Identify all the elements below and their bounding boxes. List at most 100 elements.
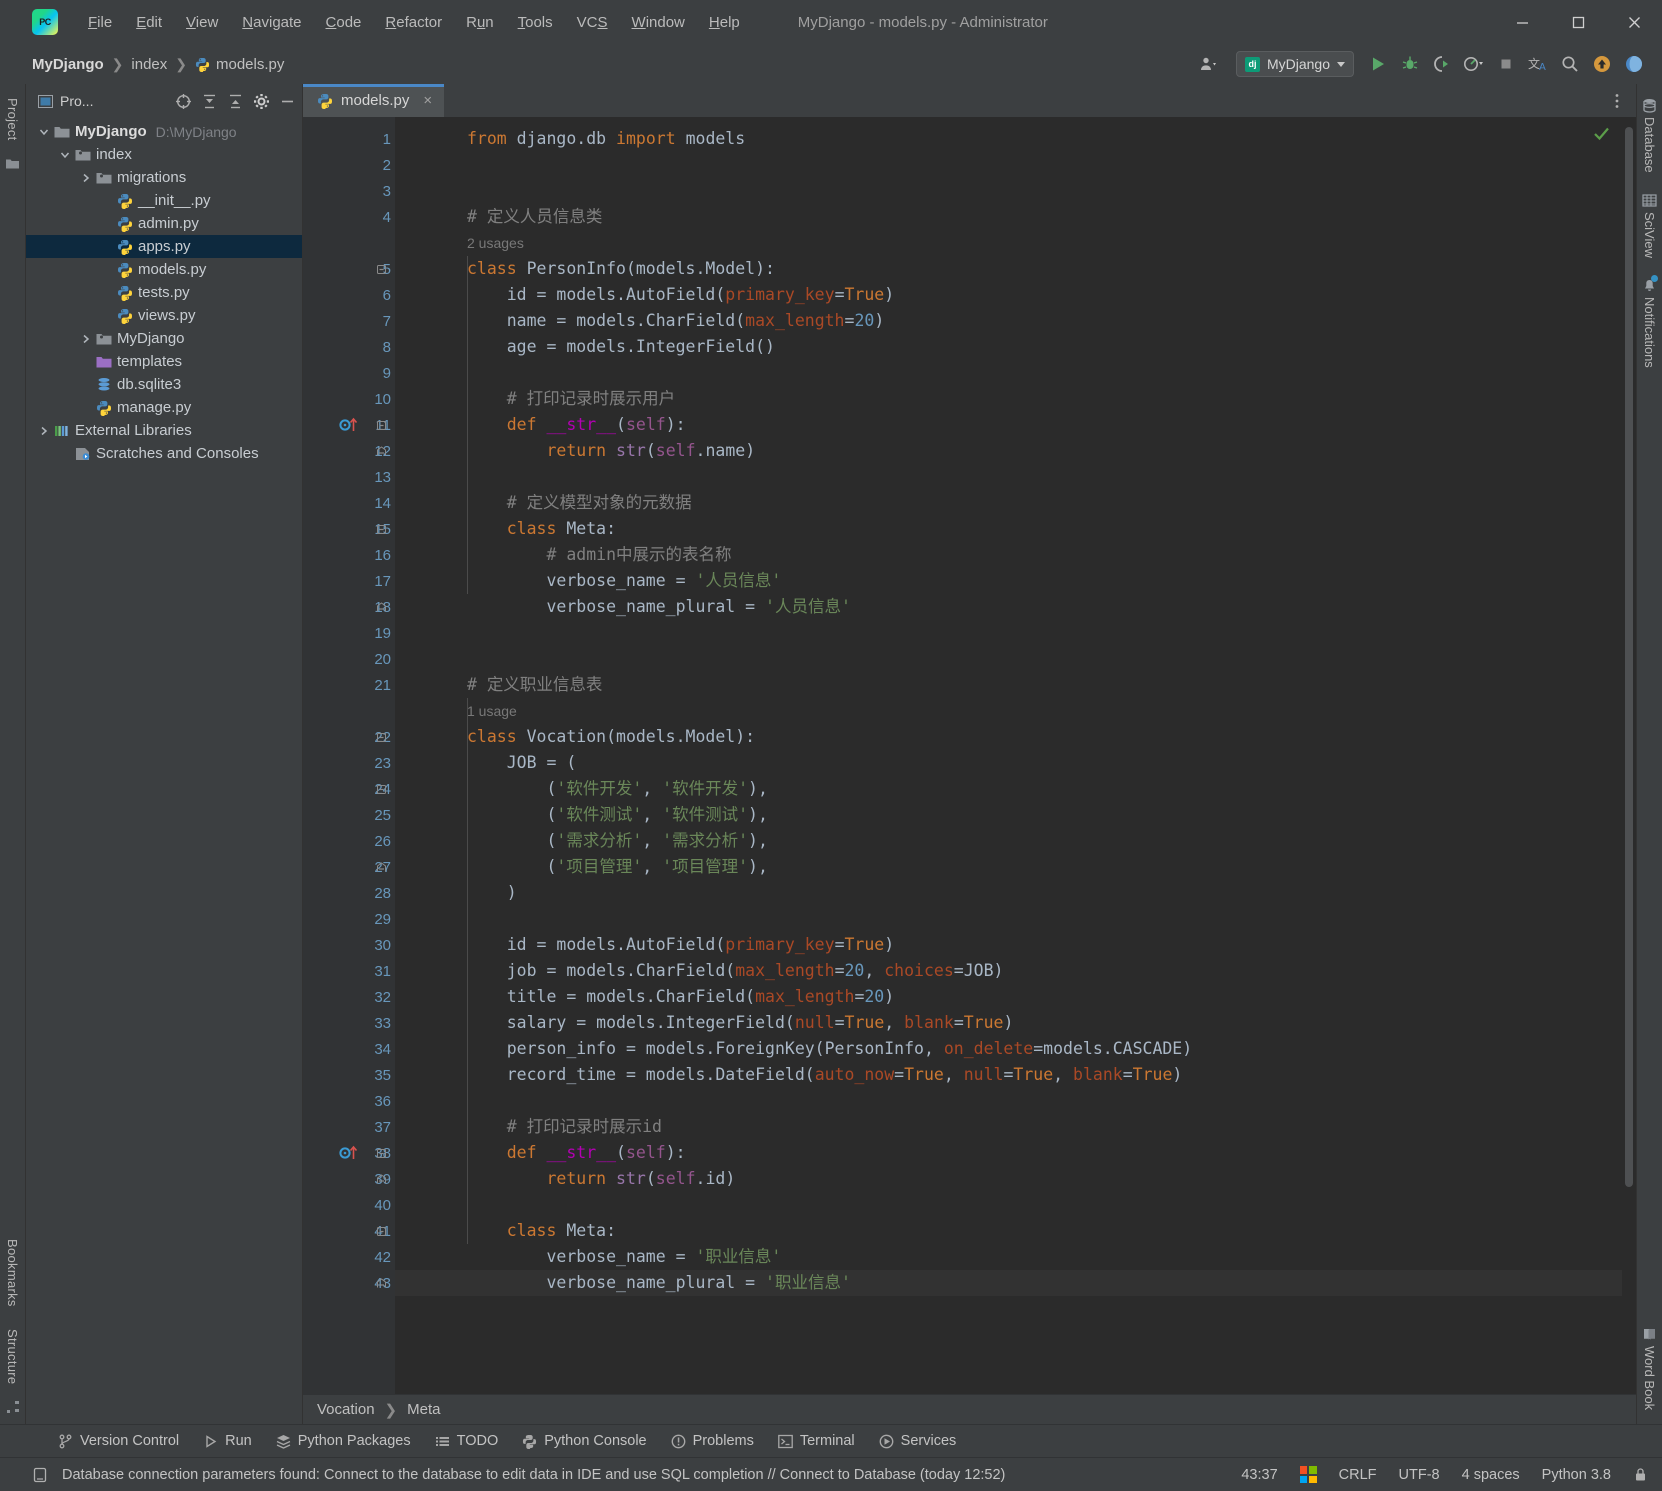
tree-item-templates[interactable]: templates: [26, 350, 302, 373]
tree-item-index[interactable]: index: [26, 143, 302, 166]
gutter-line-hint[interactable]: [303, 698, 395, 724]
code-line-29[interactable]: [395, 906, 1636, 932]
tree-item-mydjango[interactable]: MyDjango: [26, 327, 302, 350]
close-icon[interactable]: ×: [423, 92, 432, 109]
breadcrumb-class-vocation[interactable]: Vocation: [317, 1401, 375, 1418]
indent-setting[interactable]: 4 spaces: [1462, 1467, 1520, 1483]
fold-close-icon[interactable]: [376, 1174, 387, 1185]
code-line-15[interactable]: class Meta:: [395, 516, 1636, 542]
gutter-line-39[interactable]: 39: [303, 1166, 395, 1192]
translate-icon[interactable]: 文A: [1524, 50, 1552, 78]
gutter-line-27[interactable]: 27: [303, 854, 395, 880]
debug-button[interactable]: [1396, 50, 1424, 78]
gutter-line-41[interactable]: 41: [303, 1218, 395, 1244]
fold-open-icon[interactable]: [376, 1226, 387, 1237]
menu-view[interactable]: View: [174, 10, 230, 35]
gutter-line-16[interactable]: 16: [303, 542, 395, 568]
fold-open-icon[interactable]: [376, 524, 387, 535]
code-line-21[interactable]: # 定义职业信息表: [395, 672, 1636, 698]
override-method-icon[interactable]: [339, 417, 361, 433]
gutter-line-23[interactable]: 23: [303, 750, 395, 776]
fold-close-icon[interactable]: [376, 1278, 387, 1289]
toolwindow-services[interactable]: Services: [879, 1433, 957, 1449]
gutter-line-42[interactable]: 42: [303, 1244, 395, 1270]
menu-refactor[interactable]: Refactor: [373, 10, 454, 35]
rail-item-notifications[interactable]: Notifications: [1642, 272, 1657, 382]
gutter-line-15[interactable]: 15: [303, 516, 395, 542]
gutter-line-31[interactable]: 31: [303, 958, 395, 984]
browser-icon[interactable]: [1620, 50, 1648, 78]
code-line-26[interactable]: ('需求分析', '需求分析'),: [395, 828, 1636, 854]
gutter-line-35[interactable]: 35: [303, 1062, 395, 1088]
gutter-line-1[interactable]: 1: [303, 126, 395, 152]
gutter-line-21[interactable]: 21: [303, 672, 395, 698]
toolwindow-run[interactable]: Run: [203, 1433, 252, 1449]
fold-close-icon[interactable]: [376, 446, 387, 457]
run-button[interactable]: [1364, 50, 1392, 78]
code-line-8[interactable]: age = models.IntegerField(): [395, 334, 1636, 360]
inspection-ok-icon[interactable]: [1593, 125, 1610, 142]
hide-panel-icon[interactable]: [279, 93, 296, 110]
code-line-19[interactable]: [395, 620, 1636, 646]
toolwindow-terminal[interactable]: Terminal: [778, 1433, 855, 1449]
code-line-30[interactable]: id = models.AutoField(primary_key=True): [395, 932, 1636, 958]
usage-hint[interactable]: 1 usage: [395, 698, 1636, 724]
code-line-23[interactable]: JOB = (: [395, 750, 1636, 776]
code-line-9[interactable]: [395, 360, 1636, 386]
tree-item-external-libraries[interactable]: External Libraries: [26, 419, 302, 442]
editor-scrollbar[interactable]: [1622, 117, 1636, 1394]
code-line-20[interactable]: [395, 646, 1636, 672]
gutter-line-29[interactable]: 29: [303, 906, 395, 932]
fold-open-icon[interactable]: [376, 264, 387, 275]
rail-item-word-book[interactable]: Word Book: [1642, 1321, 1657, 1424]
gutter-line-25[interactable]: 25: [303, 802, 395, 828]
gutter-line-9[interactable]: 9: [303, 360, 395, 386]
rail-item-sciview[interactable]: SciView: [1642, 187, 1657, 272]
python-interpreter[interactable]: Python 3.8: [1542, 1467, 1611, 1483]
profile-icon[interactable]: [1194, 50, 1222, 78]
code-line-11[interactable]: def __str__(self):: [395, 412, 1636, 438]
gutter-line-34[interactable]: 34: [303, 1036, 395, 1062]
fold-open-icon[interactable]: [376, 1148, 387, 1159]
menu-navigate[interactable]: Navigate: [230, 10, 313, 35]
code-line-27[interactable]: ('项目管理', '项目管理'),: [395, 854, 1636, 880]
chevron-right-icon[interactable]: [36, 426, 52, 436]
editor-tabs-options[interactable]: [1608, 84, 1636, 117]
tree-item-migrations[interactable]: migrations: [26, 166, 302, 189]
gutter-line-7[interactable]: 7: [303, 308, 395, 334]
chevron-right-icon[interactable]: [78, 334, 94, 344]
menu-help[interactable]: Help: [697, 10, 752, 35]
fold-open-icon[interactable]: [376, 732, 387, 743]
target-icon[interactable]: [175, 93, 192, 110]
windows-logo-icon[interactable]: [1300, 1466, 1317, 1483]
tree-item-apps-py[interactable]: apps.py: [26, 235, 302, 258]
tree-item-mydjango[interactable]: MyDjangoD:\MyDjango: [26, 120, 302, 143]
gutter-line-28[interactable]: 28: [303, 880, 395, 906]
fold-open-icon[interactable]: [376, 420, 387, 431]
gutter-line-22[interactable]: 22: [303, 724, 395, 750]
code-line-7[interactable]: name = models.CharField(max_length=20): [395, 308, 1636, 334]
toolwindow-python-console[interactable]: Python Console: [522, 1433, 646, 1449]
gutter-line-17[interactable]: 17: [303, 568, 395, 594]
gutter-line-26[interactable]: 26: [303, 828, 395, 854]
code-line-2[interactable]: [395, 152, 1636, 178]
run-with-coverage-button[interactable]: [1428, 50, 1456, 78]
tree-item-tests-py[interactable]: tests.py: [26, 281, 302, 304]
menu-vcs[interactable]: VCS: [565, 10, 620, 35]
gutter-line-32[interactable]: 32: [303, 984, 395, 1010]
collapse-all-icon[interactable]: [201, 93, 218, 110]
profiler-button[interactable]: [1460, 50, 1488, 78]
code-line-5[interactable]: class PersonInfo(models.Model):: [395, 256, 1636, 282]
code-line-31[interactable]: job = models.CharField(max_length=20, ch…: [395, 958, 1636, 984]
code-line-18[interactable]: verbose_name_plural = '人员信息': [395, 594, 1636, 620]
update-icon[interactable]: [1588, 50, 1616, 78]
gutter-line-38[interactable]: 38: [303, 1140, 395, 1166]
menu-tools[interactable]: Tools: [506, 10, 565, 35]
code-line-17[interactable]: verbose_name = '人员信息': [395, 568, 1636, 594]
gutter-line-19[interactable]: 19: [303, 620, 395, 646]
menu-edit[interactable]: Edit: [124, 10, 174, 35]
maximize-button[interactable]: [1550, 0, 1606, 44]
code-line-34[interactable]: person_info = models.ForeignKey(PersonIn…: [395, 1036, 1636, 1062]
rail-item-database[interactable]: Database: [1642, 92, 1657, 187]
menu-file[interactable]: File: [76, 10, 124, 35]
